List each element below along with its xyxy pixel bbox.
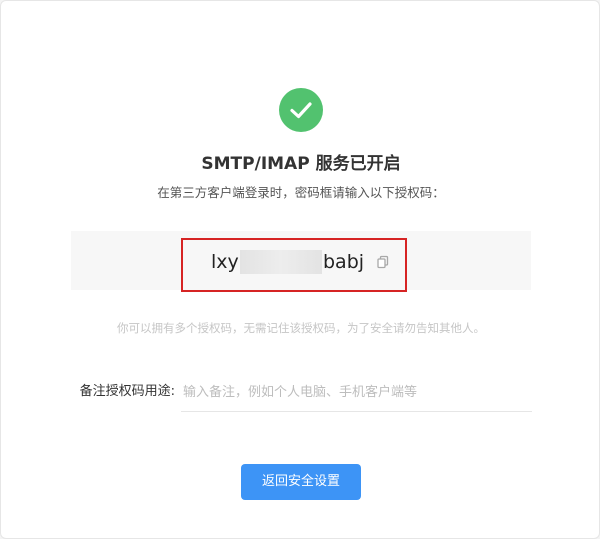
check-circle-icon [279,88,323,132]
dialog-title: SMTP/IMAP 服务已开启 [201,154,401,174]
auth-code-highlight-frame [181,238,407,292]
note-label: 备注授权码用途: [79,384,175,399]
security-hint: 你可以拥有多个授权码，无需记住该授权码，为了安全请勿告知其他人。 [117,321,485,335]
note-input[interactable] [181,374,532,412]
dialog-subtitle: 在第三方客户端登录时，密码框请输入以下授权码： [157,185,445,200]
auth-code-dialog: SMTP/IMAP 服务已开启 在第三方客户端登录时，密码框请输入以下授权码： … [0,0,600,539]
back-to-security-settings-button[interactable]: 返回安全设置 [241,464,361,500]
